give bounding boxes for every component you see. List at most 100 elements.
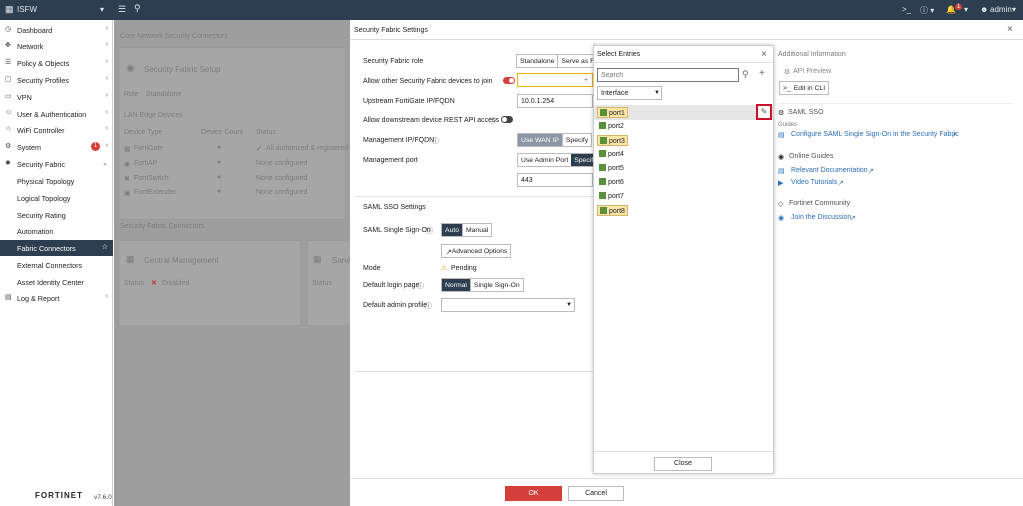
external-link-icon: ↗	[868, 168, 874, 175]
bg-row-status: All authorized & registered	[266, 145, 349, 152]
sidebar-item-system[interactable]: ⚙ System 1 ›	[0, 139, 113, 155]
role-standalone-button[interactable]: Standalone	[517, 55, 557, 67]
help-icon[interactable]: ⓘ ▾	[920, 5, 934, 16]
use-wan-ip-button[interactable]: Use WAN IP	[518, 134, 562, 146]
sidebar-subitem-security-rating[interactable]: Security Rating	[0, 207, 113, 223]
user-avatar-icon[interactable]: ☻	[980, 5, 988, 14]
warning-icon: ⚠	[441, 265, 448, 272]
fortigate-logo-icon: ▦	[5, 4, 14, 14]
sidebar-subitem-logical-topology[interactable]: Logical Topology	[0, 190, 113, 206]
sidebar-subitem-physical-topology[interactable]: Physical Topology	[0, 173, 113, 189]
sidebar-item-vpn[interactable]: ▭ VPN ›	[0, 89, 113, 105]
allow-join-toggle[interactable]	[503, 77, 515, 84]
list-item[interactable]: port3	[597, 135, 628, 146]
sidebar-subitem-fabric-connectors[interactable]: Fabric Connectors ☆	[0, 240, 113, 256]
sidebar-item-security-fabric[interactable]: ✸ Security Fabric ⌄	[0, 156, 113, 172]
popup-footer-divider	[594, 451, 773, 452]
external-link-icon: ↗	[446, 249, 452, 256]
bg-setup-title: Security Fabric Setup	[144, 65, 221, 74]
edit-entry-button[interactable]: ✎	[756, 104, 772, 120]
add-entry-icon[interactable]: +	[759, 68, 765, 79]
interface-port-icon	[599, 192, 606, 199]
star-favorite-icon[interactable]: ☆	[102, 243, 108, 251]
sidebar-item-label: Policy & Objects	[17, 59, 70, 68]
admin-profile-select[interactable]: ▼	[441, 298, 575, 312]
notification-count-badge: 1	[955, 4, 963, 10]
bg-col-device-count: Device Count	[201, 129, 244, 136]
sidebar-subitem-automation[interactable]: Automation	[0, 223, 113, 239]
login-normal-button[interactable]: Normal	[442, 279, 470, 291]
close-button[interactable]: Close	[654, 457, 712, 471]
list-item[interactable]: port4	[597, 149, 626, 160]
shield-icon: ◉	[126, 63, 135, 74]
list-item[interactable]: port2	[597, 121, 626, 132]
sandbox-icon: ▦	[313, 254, 322, 264]
user-menu[interactable]: admin	[990, 5, 1012, 14]
ok-button[interactable]: OK	[505, 486, 562, 501]
discussion-icon: ◉	[778, 215, 785, 222]
saml-auto-button[interactable]: Auto	[442, 224, 462, 236]
sidebar-item-label: External Connectors	[17, 261, 83, 270]
user-dropdown-icon[interactable]: ▾	[1012, 5, 1016, 14]
port-name: port1	[609, 110, 625, 117]
sidebar-item-dashboard[interactable]: ◷ Dashboard ›	[0, 22, 113, 38]
video-tutorials-link[interactable]: Video Tutorials	[791, 179, 837, 186]
lock-icon: ▢	[5, 76, 12, 83]
search-icon[interactable]: ⚲	[134, 3, 141, 14]
cli-console-icon[interactable]: >_	[902, 5, 911, 14]
chevron-right-icon: ›	[105, 58, 108, 65]
notification-dropdown-icon[interactable]: ▾	[964, 5, 968, 14]
upstream-ip-input[interactable]: 10.0.1.254	[517, 94, 593, 108]
list-item[interactable]: port7	[597, 191, 626, 202]
cancel-button[interactable]: Cancel	[568, 486, 624, 501]
search-input[interactable]	[597, 68, 739, 82]
sidebar-subitem-external-connectors[interactable]: External Connectors	[0, 257, 113, 273]
edit-cli-button[interactable]: >_ Edit in CLI	[779, 81, 830, 95]
list-item[interactable]: port8	[597, 205, 628, 216]
port-name: port5	[608, 165, 624, 172]
use-admin-port-button[interactable]: Use Admin Port	[518, 154, 571, 166]
api-preview-link[interactable]: API Preview	[793, 68, 831, 75]
mode-label: Mode	[363, 265, 381, 272]
role-label: Security Fabric role	[363, 58, 424, 65]
pencil-edit-icon: ✎	[760, 107, 768, 116]
specify-ip-button[interactable]: Specify	[561, 134, 591, 146]
relevant-docs-link[interactable]: Relevant Documentation	[791, 167, 868, 174]
interface-port-icon	[599, 122, 606, 129]
list-item[interactable]: port5	[597, 163, 626, 174]
bg-row-type: FortiGate	[134, 145, 164, 152]
device-dropdown-icon[interactable]: ▾	[100, 5, 104, 14]
mgmt-port-input[interactable]: 443	[517, 173, 593, 187]
close-icon[interactable]: ×	[1007, 24, 1013, 35]
saml-manual-button[interactable]: Manual	[461, 224, 491, 236]
sidebar-item-label: Log & Report	[17, 294, 60, 303]
chevron-right-icon: ›	[105, 75, 108, 82]
sidebar-item-wifi-controller[interactable]: ☼ WiFi Controller ›	[0, 122, 113, 138]
sidebar-item-policy-objects[interactable]: ☰ Policy & Objects ›	[0, 55, 113, 71]
join-discussion-link[interactable]: Join the Discussion	[791, 214, 851, 221]
admin-profile-label: Default admin profile	[363, 302, 428, 309]
background-content-overlay: Core Network Security Connectors ◉ Secur…	[114, 20, 350, 506]
list-item[interactable]: port1	[597, 107, 628, 118]
close-icon[interactable]: ×	[761, 49, 767, 60]
list-item[interactable]: port6	[597, 177, 626, 188]
chevron-down-icon: ⌄	[102, 160, 108, 167]
sidebar-item-security-profiles[interactable]: ▢ Security Profiles ›	[0, 72, 113, 88]
allow-rest-toggle[interactable]	[501, 116, 513, 123]
menu-toggle-icon[interactable]: ☰	[118, 4, 126, 15]
bg-row-type: FortiSwitch	[134, 175, 169, 182]
advanced-options-button[interactable]: ↗ Advanced Options	[441, 244, 512, 258]
search-icon[interactable]: ⚲	[742, 69, 749, 80]
community-icon: ◇	[778, 201, 784, 208]
sidebar-subitem-asset-identity-center[interactable]: Asset Identity Center	[0, 274, 113, 290]
sidebar-item-network[interactable]: ✥ Network ›	[0, 38, 113, 54]
configure-saml-link[interactable]: Configure SAML Single Sign-On in the Sec…	[791, 131, 959, 138]
port-name: port7	[608, 193, 624, 200]
fortiextender-icon: ▣	[124, 190, 131, 197]
filter-type-select[interactable]: Interface ▼	[597, 86, 662, 100]
login-sso-button[interactable]: Single Sign-On	[469, 279, 523, 291]
allow-join-devices-select[interactable]: +	[517, 73, 593, 87]
cli-console-icon: >_	[783, 85, 791, 92]
sidebar-item-log-report[interactable]: ▤ Log & Report ›	[0, 290, 113, 306]
sidebar-item-user-auth[interactable]: ☺ User & Authentication ›	[0, 106, 113, 122]
